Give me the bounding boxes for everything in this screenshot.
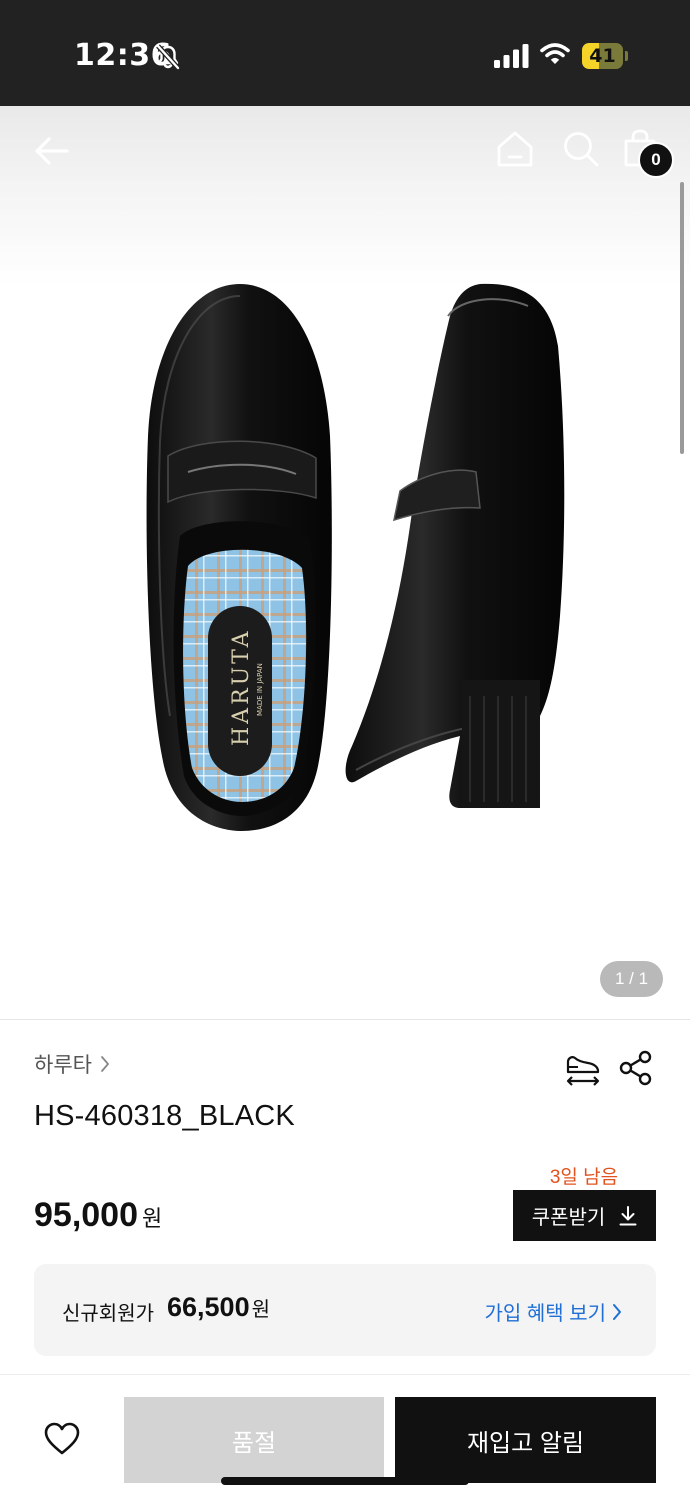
cart-count-badge[interactable]: 0 — [638, 142, 674, 178]
product-price: 95,000 원 — [34, 1196, 162, 1235]
size-guide-icon[interactable] — [564, 1050, 602, 1088]
product-title: HS-460318_BLACK — [34, 1100, 295, 1132]
divider — [0, 1019, 690, 1020]
home-icon[interactable] — [494, 128, 536, 170]
status-bar: 12:36 41 — [0, 0, 690, 106]
signup-benefit-label[interactable]: 가입 혜택 보기 — [484, 1297, 606, 1326]
coupon-download-button[interactable]: 쿠폰받기 — [513, 1190, 656, 1241]
scroll-indicator — [680, 182, 684, 454]
search-icon[interactable] — [560, 128, 602, 170]
signup-benefit-link[interactable]: 가입 혜택 보기 — [484, 1297, 622, 1326]
image-counter: 1 / 1 — [600, 961, 663, 997]
home-indicator — [221, 1477, 469, 1485]
product-gallery[interactable]: 0 HARUTA MADE IN JAPAN 1 / 1 — [0, 106, 690, 1020]
battery-icon: 41 — [582, 43, 628, 69]
bell-slash-icon — [156, 44, 180, 70]
coupon-button-label: 쿠폰받기 — [531, 1207, 606, 1229]
cellular-signal-icon — [494, 44, 529, 68]
member-price-unit: 원 — [251, 1299, 270, 1321]
insole-brand-text: HARUTA — [229, 628, 254, 746]
divider — [0, 1374, 690, 1375]
battery-level: 41 — [589, 45, 616, 67]
member-price-label: 신규회원가 — [62, 1303, 154, 1325]
share-icon[interactable] — [618, 1050, 654, 1086]
battery-cap — [625, 51, 628, 61]
price-unit: 원 — [142, 1206, 163, 1231]
coupon-days-left: 3일 남음 — [549, 1167, 619, 1188]
download-icon — [619, 1205, 637, 1225]
product-image: HARUTA MADE IN JAPAN — [146, 283, 565, 831]
brand-name[interactable]: 하루타 — [34, 1049, 92, 1079]
wifi-icon — [540, 43, 570, 64]
insole-subtext: MADE IN JAPAN — [256, 663, 264, 716]
restock-alert-button[interactable]: 재입고 알림 — [395, 1397, 656, 1483]
soldout-button[interactable]: 품절 — [124, 1397, 384, 1483]
chevron-right-icon — [101, 1056, 109, 1072]
back-arrow-icon[interactable] — [30, 130, 72, 172]
price-value: 95,000 — [34, 1196, 138, 1234]
member-price-value: 66,500 — [167, 1292, 250, 1322]
heart-icon[interactable] — [44, 1422, 80, 1456]
chevron-right-icon — [613, 1303, 621, 1320]
member-price: 66,500 원 — [167, 1292, 270, 1323]
member-price-box: 신규회원가 66,500 원 가입 혜택 보기 — [34, 1264, 656, 1356]
brand-link[interactable]: 하루타 — [34, 1050, 110, 1078]
